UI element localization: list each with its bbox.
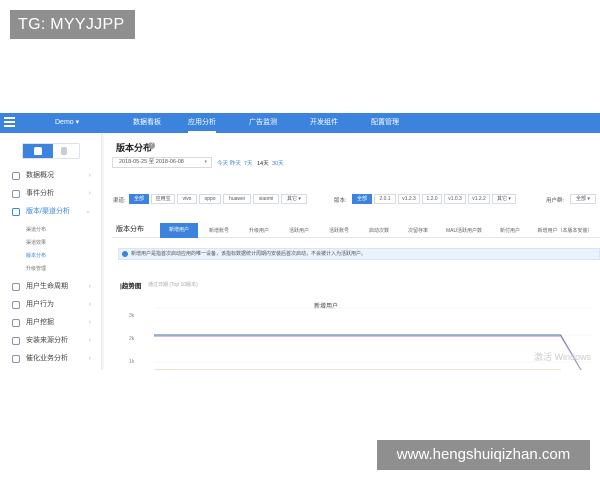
sidebar-item-lifecycle[interactable]: 用户生命周期 › xyxy=(0,279,101,295)
watermark-bottom: www.hengshuiqizhan.com xyxy=(377,440,590,470)
sidebar: 数据概况 › 事件分析 › 版本/渠道分析 ⌄ 渠道分布 渠道效果 版本分布 升级管理… xyxy=(0,133,102,370)
sidebar-item-mining[interactable]: 用户挖掘 › xyxy=(0,315,101,331)
top-navigation: Demo ▾ 数据看板 应用分析 广告监测 开发组件 配置管理 xyxy=(0,113,600,133)
mining-icon xyxy=(12,319,20,327)
sidebar-subitem-upgrade[interactable]: 升级管理 xyxy=(26,265,46,272)
app-selector[interactable]: Demo ▾ xyxy=(55,113,79,133)
sidebar-item-label: 用户行为 xyxy=(26,301,54,308)
line-chart xyxy=(154,307,592,370)
sidebar-subitem-version-distribution[interactable]: 版本分布 xyxy=(26,252,46,259)
chevron-right-icon: › xyxy=(88,190,91,197)
chevron-down-icon: ⌄ xyxy=(85,208,91,215)
sidebar-subitem-channel-distribution[interactable]: 渠道分布 xyxy=(26,226,46,233)
sidebar-item-label: 用户挖掘 xyxy=(26,319,54,326)
business-icon xyxy=(12,355,20,363)
sidebar-item-label: 事件分析 xyxy=(26,190,54,197)
analytics-app: Demo ▾ 数据看板 应用分析 广告监测 开发组件 配置管理 数据概况 › 事件… xyxy=(0,113,600,370)
chevron-right-icon: › xyxy=(88,283,91,290)
behavior-icon xyxy=(12,301,20,309)
platform-switch xyxy=(22,143,80,159)
nav-tab-dev-components[interactable]: 开发组件 xyxy=(310,113,338,133)
sidebar-item-label: 用户生命周期 xyxy=(26,283,68,290)
chevron-right-icon: › xyxy=(88,301,91,308)
sidebar-item-label: 数据概况 xyxy=(26,172,54,179)
watermark-top: TG: MYYJJPP xyxy=(10,10,135,39)
sidebar-item-overview[interactable]: 数据概况 › xyxy=(0,168,101,184)
event-icon xyxy=(12,190,20,198)
sidebar-item-label: 版本/渠道分析 xyxy=(26,208,70,215)
sidebar-item-events[interactable]: 事件分析 › xyxy=(0,186,101,202)
chevron-right-icon: › xyxy=(88,355,91,362)
apple-icon[interactable] xyxy=(61,147,67,155)
nav-tab-config[interactable]: 配置管理 xyxy=(371,113,399,133)
nav-tab-ad-monitor[interactable]: 广告监测 xyxy=(249,113,277,133)
install-source-icon xyxy=(12,337,20,345)
sidebar-item-version-channel[interactable]: 版本/渠道分析 ⌄ xyxy=(0,204,101,220)
sidebar-item-business[interactable]: 催化业务分析 › xyxy=(0,351,101,367)
chevron-right-icon: › xyxy=(88,172,91,179)
overview-icon xyxy=(12,172,20,180)
android-icon xyxy=(34,147,42,155)
sidebar-item-label: 安装来源分析 xyxy=(26,337,68,344)
sidebar-item-behavior[interactable]: 用户行为 › xyxy=(0,297,101,313)
version-icon xyxy=(12,208,20,216)
windows-activation-watermark: 激活 Windows xyxy=(534,352,592,362)
platform-android-button[interactable] xyxy=(23,144,53,158)
lifecycle-icon xyxy=(12,283,20,291)
sidebar-subitem-channel-effect[interactable]: 渠道效果 xyxy=(26,239,46,246)
nav-tab-app-analysis[interactable]: 应用分析 xyxy=(188,113,216,133)
nav-tab-dashboard[interactable]: 数据看板 xyxy=(133,113,161,133)
sidebar-item-label: 催化业务分析 xyxy=(26,355,68,362)
series-line-1 xyxy=(154,335,582,370)
series-line-0 xyxy=(154,334,582,370)
sidebar-item-install-source[interactable]: 安装来源分析 › xyxy=(0,333,101,349)
chevron-right-icon: › xyxy=(88,337,91,344)
hamburger-menu-icon[interactable] xyxy=(4,117,15,129)
chevron-right-icon: › xyxy=(88,319,91,326)
main-content: 版本分布 ? 2018-05-25 至 2018-06-08 ▾ 今天 昨天 7天… xyxy=(104,133,600,370)
